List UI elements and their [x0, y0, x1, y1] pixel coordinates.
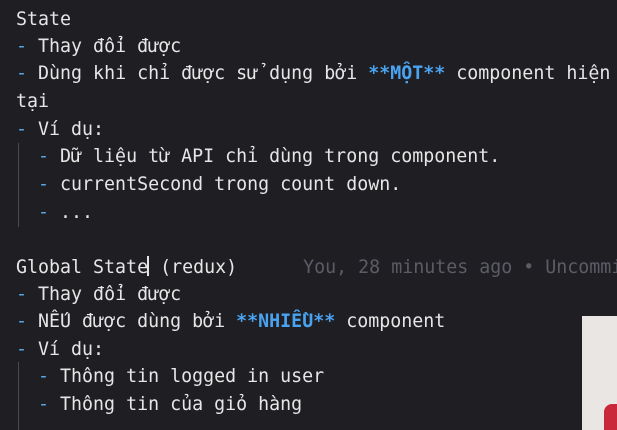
list-marker: -: [16, 119, 28, 140]
list-marker: -: [16, 339, 28, 360]
list-marker: -: [38, 366, 50, 387]
global-list-item: - NẾU được dùng bởi **NHIỀU** component: [16, 311, 446, 332]
list-marker: -: [38, 146, 50, 167]
state-list-item-wrap: tại: [16, 91, 50, 112]
bold-text: **MỘT**: [368, 63, 446, 84]
bold-text: **NHIỀU**: [236, 311, 336, 332]
global-example-item: - Thông tin logged in user: [38, 366, 325, 387]
list-marker: -: [16, 36, 28, 57]
code-editor[interactable]: State - Thay đổi được - Dùng khi chỉ đượ…: [0, 0, 617, 430]
list-marker: -: [38, 174, 50, 195]
state-example-item: - currentSecond trong count down.: [38, 174, 402, 195]
indent-guide: [18, 143, 19, 227]
list-marker: -: [38, 394, 50, 415]
list-marker: -: [16, 311, 28, 332]
global-example-label: - Ví dụ:: [16, 339, 105, 360]
list-marker: -: [38, 202, 50, 223]
state-list-item: - Thay đổi được: [16, 36, 182, 57]
global-state-heading: Global State (redux) You, 28 minutes ago …: [16, 254, 617, 281]
git-blame-annotation: You, 28 minutes ago • Uncommitted change…: [303, 257, 617, 278]
global-list-item: - Thay đổi được: [16, 284, 182, 305]
state-list-item: - Dùng khi chỉ được sử dụng bởi **MỘT** …: [16, 63, 611, 84]
state-heading: State: [16, 9, 72, 30]
global-example-item: - Thông tin của giỏ hàng: [38, 394, 303, 415]
state-example-item: - Dữ liệu từ API chỉ dùng trong componen…: [38, 146, 501, 167]
indent-guide: [18, 362, 19, 430]
list-marker: -: [16, 63, 28, 84]
list-marker: -: [16, 284, 28, 305]
webcam-figure: [604, 404, 617, 430]
state-example-item: - ...: [38, 202, 94, 223]
webcam-overlay: [582, 316, 617, 430]
state-example-label: - Ví dụ:: [16, 119, 105, 140]
